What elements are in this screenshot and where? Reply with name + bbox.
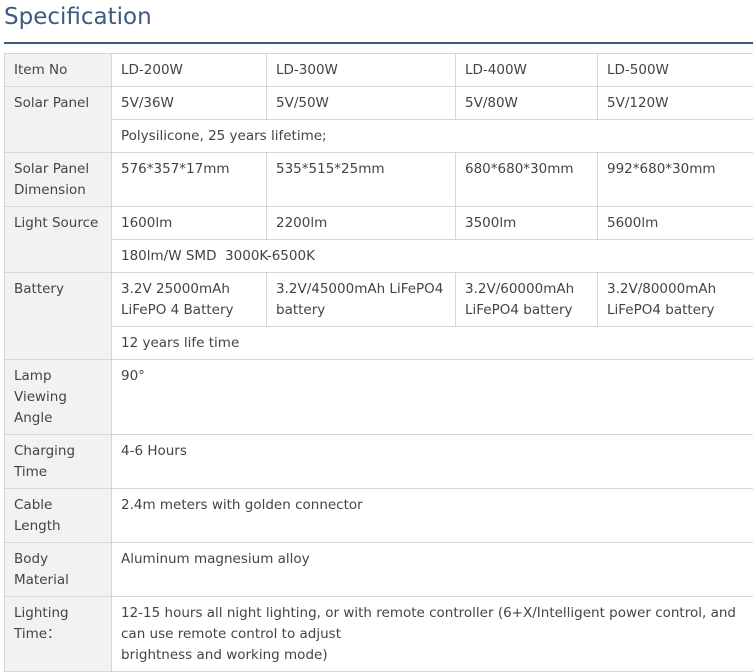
table-cell: LD-300W (267, 54, 456, 87)
table-cell: 4-6 Hours (112, 435, 753, 489)
row-label-charging-time: Charging Time (5, 435, 112, 489)
table-row: 180lm/W SMD 3000K-6500K (5, 240, 753, 273)
table-cell: 2200lm (267, 207, 456, 240)
table-cell: 3.2V/80000mAh LiFePO4 battery (598, 273, 753, 327)
table-cell: 3.2V/60000mAh LiFePO4 battery (456, 273, 598, 327)
table-cell: LD-500W (598, 54, 753, 87)
table-row: Solar Panel 5V/36W 5V/50W 5V/80W 5V/120W (5, 87, 753, 120)
table-cell: 3500lm (456, 207, 598, 240)
page-title: Specification (4, 4, 152, 30)
table-row: Item No LD-200W LD-300W LD-400W LD-500W (5, 54, 753, 87)
table-row: Body Material Aluminum magnesium alloy (5, 543, 753, 597)
row-label-body-material: Body Material (5, 543, 112, 597)
table-cell-note: 12 years life time (112, 327, 753, 360)
table-row: Battery 3.2V 25000mAh LiFePO 4 Battery 3… (5, 273, 753, 327)
row-label-cable-length: Cable Length (5, 489, 112, 543)
specification-table: Item No LD-200W LD-300W LD-400W LD-500W … (4, 53, 753, 672)
table-row: Lamp Viewing Angle 90° (5, 360, 753, 435)
table-cell: 3.2V 25000mAh LiFePO 4 Battery (112, 273, 267, 327)
table-cell: 5V/80W (456, 87, 598, 120)
lighting-time-line-2: brightness and working mode) (121, 645, 744, 666)
table-row: Solar Panel Dimension 576*357*17mm 535*5… (5, 153, 753, 207)
table-cell: 992*680*30mm (598, 153, 753, 207)
table-cell: 5V/50W (267, 87, 456, 120)
table-cell: LD-400W (456, 54, 598, 87)
row-label-light-source: Light Source (5, 207, 112, 273)
table-row: Charging Time 4-6 Hours (5, 435, 753, 489)
table-row: Lighting Time： 12-15 hours all night lig… (5, 597, 753, 672)
table-cell: 535*515*25mm (267, 153, 456, 207)
table-cell: 576*357*17mm (112, 153, 267, 207)
title-divider (4, 42, 753, 44)
table-row: Cable Length 2.4m meters with golden con… (5, 489, 753, 543)
table-cell: 1600lm (112, 207, 267, 240)
row-label-solar-panel: Solar Panel (5, 87, 112, 153)
table-cell: 90° (112, 360, 753, 435)
lighting-time-line-1: 12-15 hours all night lighting, or with … (121, 603, 744, 645)
table-row: Polysilicone, 25 years lifetime; (5, 120, 753, 153)
table-cell: 12-15 hours all night lighting, or with … (112, 597, 753, 672)
table-cell: 5V/120W (598, 87, 753, 120)
row-label-solar-panel-dimension: Solar Panel Dimension (5, 153, 112, 207)
row-label-item-no: Item No (5, 54, 112, 87)
row-label-battery: Battery (5, 273, 112, 360)
table-cell: Aluminum magnesium alloy (112, 543, 753, 597)
table-cell: 2.4m meters with golden connector (112, 489, 753, 543)
table-row: 12 years life time (5, 327, 753, 360)
row-label-lighting-time: Lighting Time： (5, 597, 112, 672)
table-cell: 3.2V/45000mAh LiFePO4 battery (267, 273, 456, 327)
row-label-lamp-viewing-angle: Lamp Viewing Angle (5, 360, 112, 435)
table-cell: 5V/36W (112, 87, 267, 120)
table-cell: 5600lm (598, 207, 753, 240)
table-cell: 680*680*30mm (456, 153, 598, 207)
table-row: Light Source 1600lm 2200lm 3500lm 5600lm (5, 207, 753, 240)
table-cell-note: Polysilicone, 25 years lifetime; (112, 120, 753, 153)
table-cell: LD-200W (112, 54, 267, 87)
table-cell-note: 180lm/W SMD 3000K-6500K (112, 240, 753, 273)
